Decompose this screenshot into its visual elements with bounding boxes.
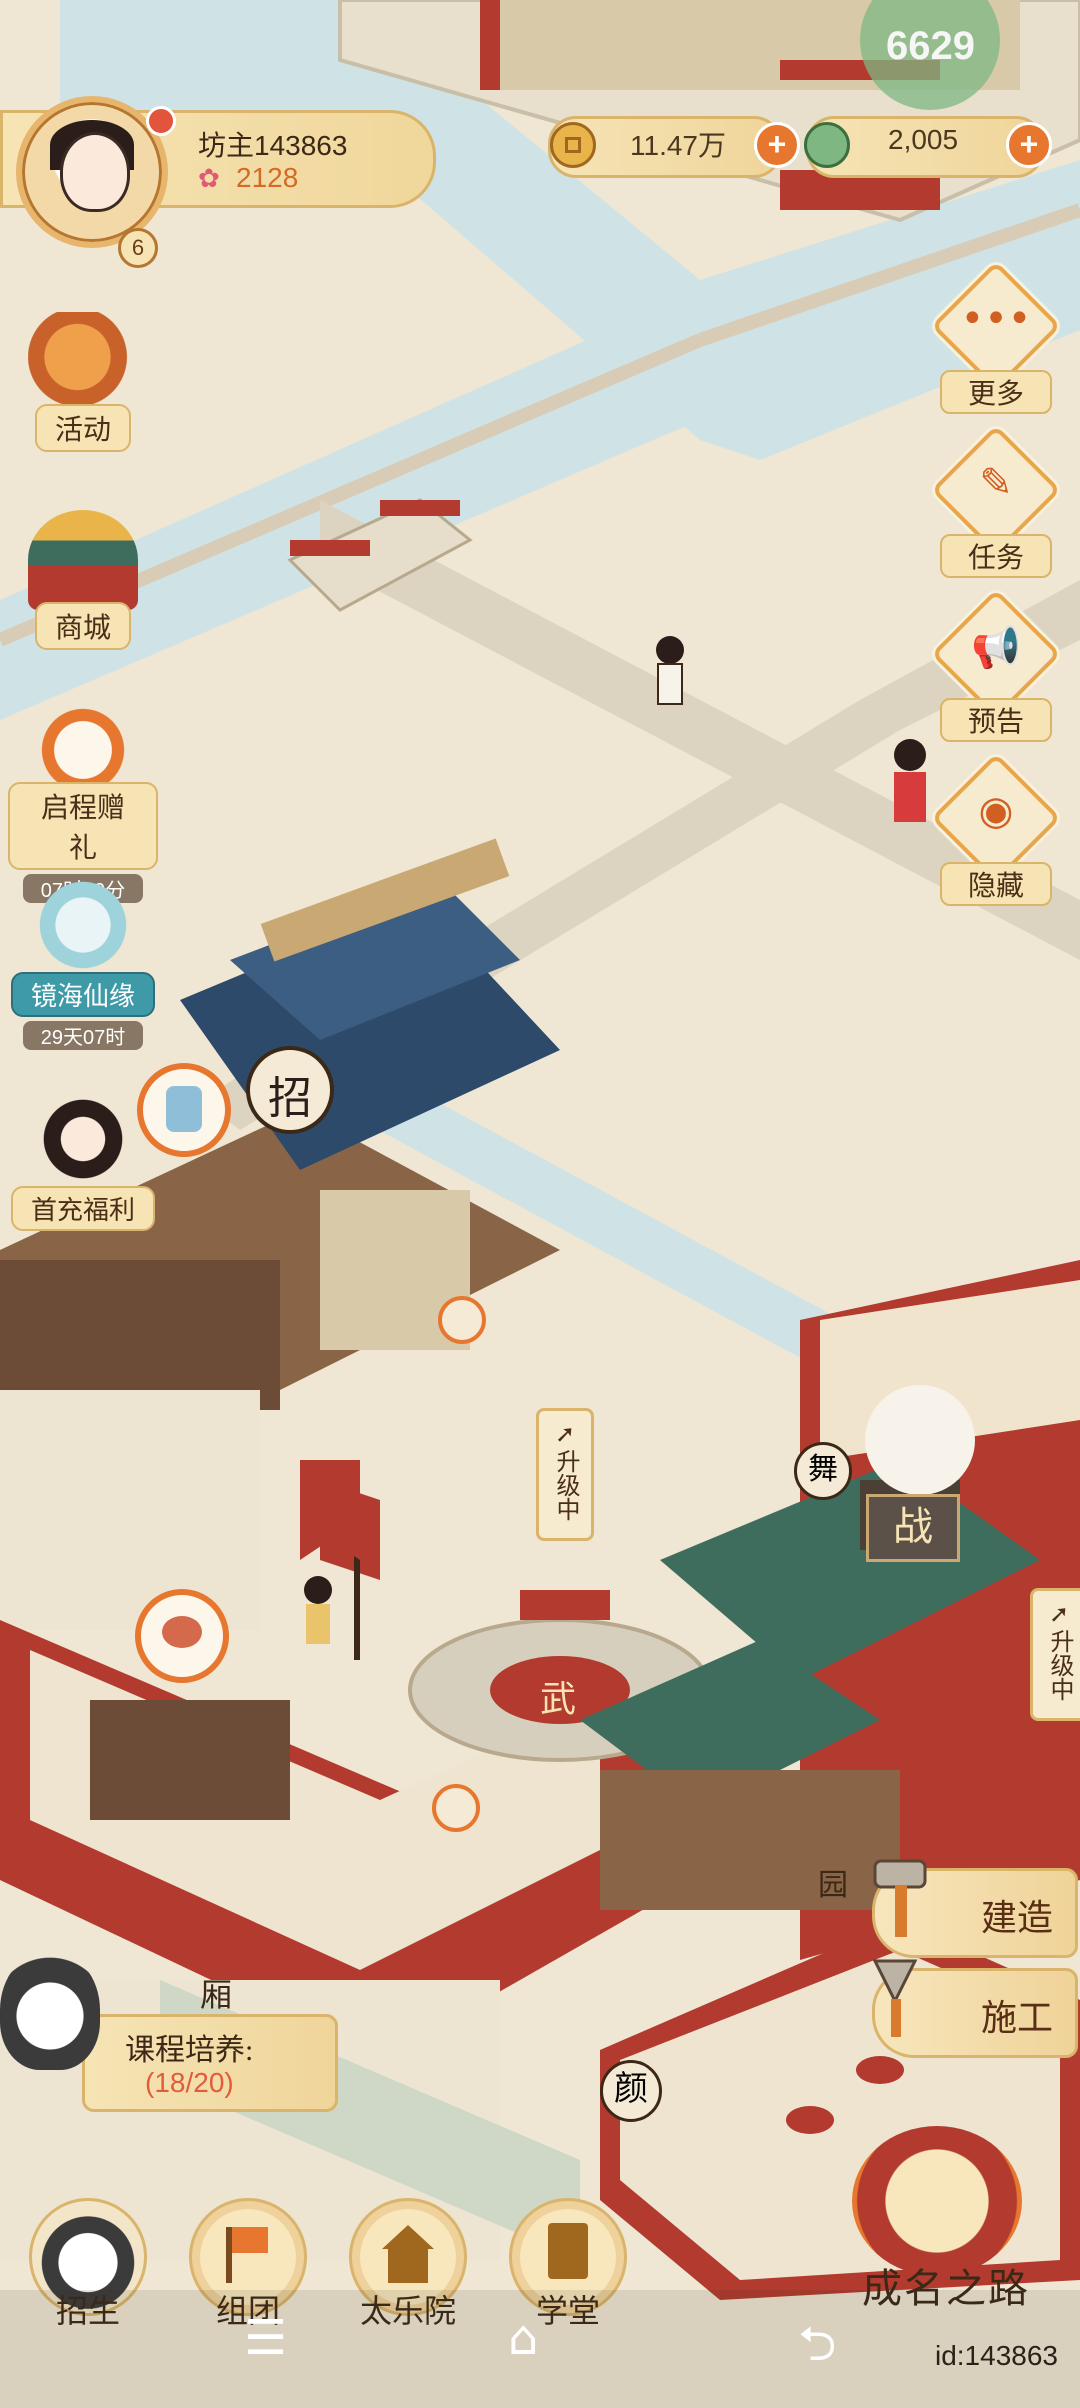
scroll-icon: ✎	[979, 460, 1013, 506]
eye-icon: ◉	[978, 788, 1014, 834]
upgrade-label: 升级中	[552, 1449, 578, 1521]
recruit-sign-text: 招	[268, 1074, 312, 1123]
more-button[interactable]: ••• 更多	[930, 260, 1062, 420]
trowel-icon	[872, 1959, 918, 2037]
husky-mascot-icon	[0, 1950, 100, 2070]
hammer-icon	[873, 1859, 927, 1937]
upgrade-label: 升级中	[1046, 1629, 1072, 1701]
preview-label: 预告	[940, 698, 1052, 742]
home-icon[interactable]: ⌂	[508, 2310, 538, 2366]
mirror-sea-timer: 29天07时	[23, 1021, 143, 1050]
upgrade-tag-right[interactable]: ➚ 升级中	[1030, 1588, 1080, 1721]
mirror-sea-label: 镜海仙缘	[10, 972, 155, 1017]
martial-sign: 武	[540, 1679, 577, 1719]
preview-button[interactable]: 📢 预告	[930, 588, 1062, 748]
course-title: 课程培养:	[125, 2034, 254, 2067]
system-nav-bar	[0, 2290, 1080, 2408]
shop-button[interactable]: 商城	[8, 510, 158, 650]
bell-marker	[438, 1296, 486, 1344]
more-dots-icon: •••	[960, 296, 1032, 342]
player-score: 2128	[236, 162, 299, 193]
drum-icon	[852, 2126, 1022, 2276]
avatar-face	[60, 132, 130, 212]
hide-label: 隐藏	[940, 862, 1052, 906]
battle-sign[interactable]: 战	[866, 1494, 960, 1562]
character-queen	[894, 739, 926, 822]
flower-icon: ✿	[198, 164, 220, 193]
rabbit-icon	[28, 690, 138, 790]
player-level-badge: 6	[118, 228, 158, 268]
construct-button[interactable]: 施工	[872, 1959, 1078, 2058]
horn-icon: 📢	[971, 625, 1021, 671]
journey-gift-label: 启程赠礼	[8, 782, 158, 870]
course-training-panel[interactable]: 课程培养: (18/20)	[82, 2014, 338, 2112]
back-icon[interactable]: ⮌	[798, 2310, 836, 2391]
activity-label: 活动	[34, 404, 131, 452]
jade-icon	[804, 122, 850, 168]
menu-icon[interactable]: ☰	[244, 2310, 287, 2366]
lady-portrait-icon	[28, 1094, 138, 1194]
lantern-icon	[28, 312, 138, 412]
rise-sign: 厢	[200, 1977, 233, 2013]
mirror-sea-button[interactable]: 镜海仙缘 29天07时	[8, 880, 158, 1050]
jade-amount: 2,005	[888, 124, 959, 155]
course-count: (18/20)	[145, 2067, 234, 2098]
first-recharge-label: 首充福利	[10, 1186, 155, 1231]
build-label: 建造	[980, 1898, 1053, 1938]
player-name: 坊主143863	[198, 130, 348, 161]
character-walker	[656, 636, 684, 705]
dance-sign: 舞	[794, 1442, 852, 1500]
theater	[580, 1260, 1080, 1960]
bell-marker	[432, 1784, 480, 1832]
build-button[interactable]: 建造	[872, 1859, 1078, 1958]
coin-icon	[550, 122, 596, 168]
hide-button[interactable]: ◉ 隐藏	[930, 752, 1062, 912]
add-jade-button[interactable]: +	[1006, 122, 1052, 168]
shop-icon	[28, 510, 138, 610]
character-guard	[304, 1576, 332, 1644]
first-recharge-button[interactable]: 首充福利	[8, 1094, 158, 1231]
add-coins-button[interactable]: +	[754, 122, 800, 168]
more-label: 更多	[940, 370, 1052, 414]
garden-sign: 园	[818, 1869, 848, 1902]
notification-dot	[146, 106, 176, 136]
face-sign: 颜	[600, 2060, 662, 2122]
upgrade-arrow-icon: ➚	[1048, 1602, 1070, 1628]
upgrade-tag-center[interactable]: ➚ 升级中	[536, 1408, 594, 1541]
user-id: id:143863	[934, 2340, 1058, 2371]
journey-gift-button[interactable]: 启程赠礼 07时49分	[8, 690, 158, 903]
battle-sign-text: 战	[893, 1504, 933, 1549]
fairy-portrait-icon	[28, 880, 138, 980]
food-bubble	[135, 1589, 229, 1683]
top-counter-partial: 6629	[886, 24, 975, 64]
tasks-label: 任务	[940, 534, 1052, 578]
activity-button[interactable]: 活动	[8, 312, 158, 452]
construct-label: 施工	[980, 1998, 1053, 2038]
upgrade-arrow-icon: ➚	[554, 1422, 576, 1448]
tasks-button[interactable]: ✎ 任务	[930, 424, 1062, 584]
coin-amount: 11.47万	[630, 130, 726, 161]
shop-label: 商城	[34, 602, 131, 650]
